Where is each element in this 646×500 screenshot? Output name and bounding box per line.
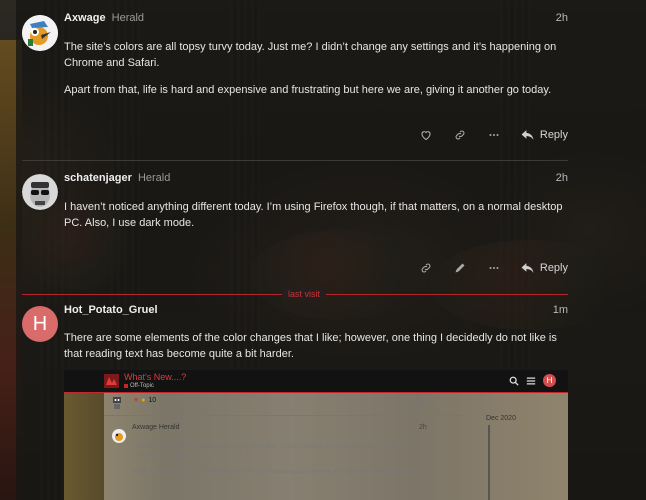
likes-count: 10	[148, 397, 157, 404]
avatar[interactable]	[22, 15, 58, 51]
reply-icon	[521, 130, 534, 140]
post-header: Axwage Herald	[64, 12, 568, 24]
site-title: What's New....?	[124, 372, 187, 382]
link-icon[interactable]	[419, 261, 433, 275]
screenshot-header: What's New....? Off-Topic H	[64, 370, 568, 393]
post-paragraph: The site’s colors are all topsy turvy to…	[64, 41, 557, 69]
embedded-screenshot[interactable]: What's New....? Off-Topic H ♥ ● 10 ♡ ∞ ··· …	[64, 370, 568, 500]
heart-icon: ♥	[134, 397, 139, 404]
avatar[interactable]: H	[22, 306, 58, 342]
avatar[interactable]	[22, 174, 58, 210]
reactions: ♥ ● 10	[134, 397, 156, 404]
username[interactable]: schatenjager	[64, 172, 132, 184]
post-paragraph: Apart from that, life is hard and expens…	[64, 84, 552, 96]
post-paragraph: I haven’t noticed anything different tod…	[64, 201, 563, 229]
more-icon: ···	[375, 397, 383, 405]
like-icon: ♡	[344, 398, 351, 405]
post-actions: Reply	[419, 260, 568, 276]
edit-icon[interactable]	[453, 261, 467, 275]
user-title: Herald	[137, 172, 171, 184]
like-icon[interactable]	[419, 128, 433, 142]
post-body: The site’s colors are all topsy turvy to…	[64, 39, 574, 109]
post-header: schatenjager Herald	[64, 172, 568, 184]
menu-icon	[526, 376, 536, 385]
post-paragraph: There are some elements of the color cha…	[64, 332, 557, 360]
user-title: Herald	[111, 12, 145, 24]
post-age[interactable]: 1m	[553, 304, 568, 316]
reply-icon: ↩	[392, 398, 399, 405]
link-icon[interactable]	[453, 128, 467, 142]
username[interactable]: Axwage	[64, 12, 106, 24]
bird-avatar-icon	[112, 429, 126, 443]
reply-label: Reply	[539, 129, 568, 141]
screenshot-post-age: 2h	[419, 424, 427, 431]
more-icon[interactable]	[487, 261, 501, 275]
reply-label: Reply	[539, 262, 568, 274]
timeline-track	[488, 425, 490, 500]
user-avatar: H	[543, 374, 556, 387]
post-age[interactable]: 2h	[556, 12, 568, 24]
post-schatenjager: schatenjager Herald 2h I haven’t noticed…	[22, 160, 646, 294]
reply-button[interactable]: Reply	[521, 262, 568, 274]
timeline-date: Dec 2020	[486, 415, 516, 422]
emoji-icon: ●	[141, 397, 146, 404]
sunglasses-avatar-icon	[22, 174, 58, 210]
reply-icon	[521, 263, 534, 273]
header-icons: H	[509, 374, 556, 387]
screenshot-actions: ♡ ∞ ··· ↩ Reply	[344, 397, 427, 406]
category-badge: Off-Topic	[124, 383, 154, 389]
post-axwage: Axwage Herald 2h The site’s colors are a…	[22, 0, 646, 150]
search-icon	[509, 376, 519, 386]
more-icon[interactable]	[487, 128, 501, 142]
post-actions: Reply	[419, 127, 568, 143]
username[interactable]: Hot_Potato_Gruel	[64, 304, 158, 316]
bird-avatar-icon	[22, 15, 58, 51]
site-logo-icon	[104, 374, 119, 388]
post-body: I haven’t noticed anything different tod…	[64, 199, 574, 242]
link-icon: ∞	[360, 397, 366, 405]
post-header: Hot_Potato_Gruel	[64, 304, 568, 316]
reply-label: Reply	[408, 397, 427, 405]
post-age[interactable]: 2h	[556, 172, 568, 184]
screenshot-post-body: The site's colors are all topsy turvy to…	[132, 443, 423, 475]
reply-button[interactable]: Reply	[521, 129, 568, 141]
robot-avatar-icon	[113, 397, 121, 409]
post-body: There are some elements of the color cha…	[64, 330, 574, 373]
screenshot-post-header: Axwage Herald	[132, 424, 180, 431]
avatar-letter: H	[32, 312, 48, 335]
